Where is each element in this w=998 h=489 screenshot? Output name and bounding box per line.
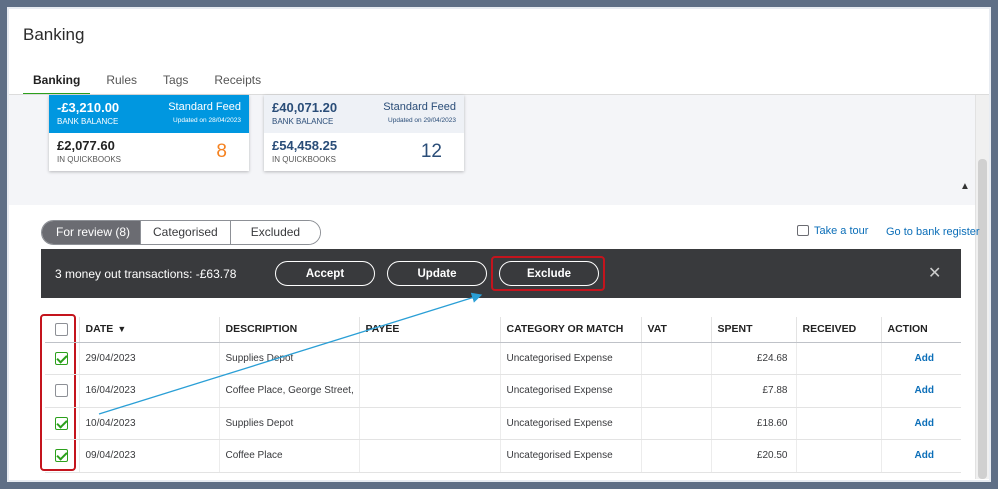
annotation-arrow <box>98 292 483 415</box>
banking-window: Banking Banking Rules Tags Receipts -£3,… <box>7 7 991 482</box>
